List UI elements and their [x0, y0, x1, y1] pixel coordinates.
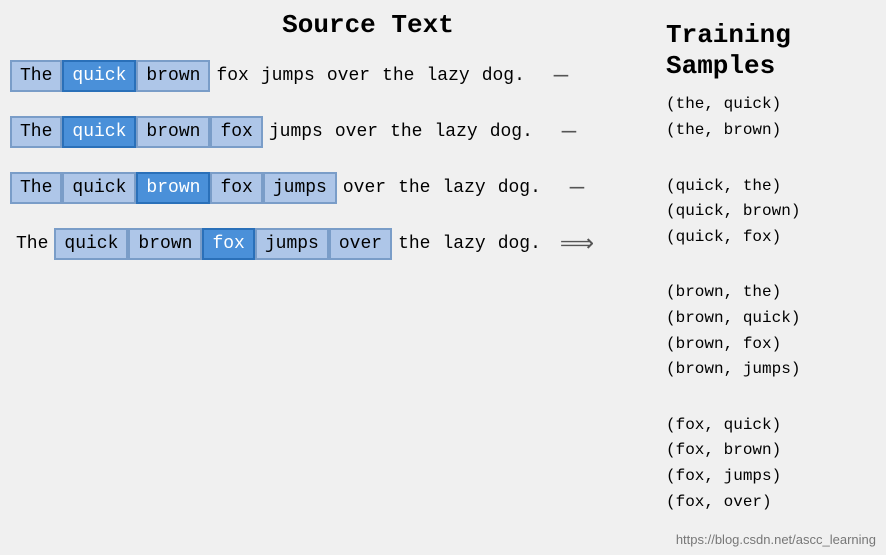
samples-container: (the, quick)(the, brown)(quick, the)(qui…: [666, 92, 876, 545]
arrow-symbol-1: —: [562, 119, 576, 146]
word-0-3: fox: [210, 62, 254, 90]
sample-3-2: (fox, jumps): [666, 464, 876, 490]
arrow-symbol-0: —: [554, 63, 568, 90]
sample-2-2: (brown, fox): [666, 332, 876, 358]
sentence-with-arrow-1: Thequickbrownfoxjumpsoverthelazydog. —: [10, 116, 666, 148]
word-1-6: the: [384, 118, 428, 146]
sample-1-2: (quick, fox): [666, 225, 876, 251]
left-panel: Source Text Thequickbrownfoxjumpsoverthe…: [0, 10, 666, 545]
word-2-1: quick: [62, 172, 136, 204]
word-0-1: quick: [62, 60, 136, 92]
sample-1-0: (quick, the): [666, 174, 876, 200]
sample-3-0: (fox, quick): [666, 413, 876, 439]
arrow-symbol-3: ⟹: [560, 229, 594, 259]
sample-2-0: (brown, the): [666, 280, 876, 306]
arrow-2: —: [547, 175, 607, 202]
word-1-0: The: [10, 116, 62, 148]
word-1-1: quick: [62, 116, 136, 148]
samples-block-1: (quick, the)(quick, brown)(quick, fox): [666, 174, 876, 251]
samples-block-2: (brown, the)(brown, quick)(brown, fox)(b…: [666, 280, 876, 382]
word-2-8: dog.: [492, 174, 547, 202]
word-2-0: The: [10, 172, 62, 204]
sample-3-1: (fox, brown): [666, 438, 876, 464]
rows-container: Thequickbrownfoxjumpsoverthelazydog.—The…: [10, 60, 666, 284]
sentence-with-arrow-2: Thequickbrownfoxjumpsoverthelazydog. —: [10, 172, 666, 204]
word-3-4: jumps: [255, 228, 329, 260]
sentence-words-3: Thequickbrownfoxjumpsoverthelazydog.: [10, 228, 547, 260]
word-2-3: fox: [210, 172, 262, 204]
source-text-title: Source Text: [10, 10, 666, 40]
word-1-4: jumps: [263, 118, 329, 146]
samples-block-0: (the, quick)(the, brown): [666, 92, 876, 143]
sample-0-1: (the, brown): [666, 118, 876, 144]
word-0-0: The: [10, 60, 62, 92]
sentence-with-arrow-0: Thequickbrownfoxjumpsoverthelazydog. —: [10, 60, 666, 92]
word-1-7: lazy: [428, 118, 483, 146]
word-3-6: the: [392, 230, 436, 258]
samples-block-3: (fox, quick)(fox, brown)(fox, jumps)(fox…: [666, 413, 876, 515]
word-0-4: jumps: [255, 62, 321, 90]
word-3-8: dog.: [492, 230, 547, 258]
word-0-2: brown: [136, 60, 210, 92]
right-panel: TrainingSamples (the, quick)(the, brown)…: [666, 10, 886, 545]
word-2-4: jumps: [263, 172, 337, 204]
watermark: https://blog.csdn.net/ascc_learning: [676, 532, 876, 547]
word-3-0: The: [10, 230, 54, 258]
arrow-3: ⟹: [547, 229, 607, 259]
word-2-6: the: [392, 174, 436, 202]
word-3-2: brown: [128, 228, 202, 260]
sample-2-3: (brown, jumps): [666, 357, 876, 383]
main-container: Source Text Thequickbrownfoxjumpsoverthe…: [0, 0, 886, 555]
word-1-8: dog.: [484, 118, 539, 146]
sentence-row-2: Thequickbrownfoxjumpsoverthelazydog. —: [10, 172, 666, 204]
word-3-5: over: [329, 228, 392, 260]
word-2-2: brown: [136, 172, 210, 204]
sample-0-0: (the, quick): [666, 92, 876, 118]
sentence-words-0: Thequickbrownfoxjumpsoverthelazydog.: [10, 60, 531, 92]
sentence-row-3: Thequickbrownfoxjumpsoverthelazydog. ⟹: [10, 228, 666, 260]
word-0-6: the: [376, 62, 420, 90]
sentence-row-0: Thequickbrownfoxjumpsoverthelazydog. —: [10, 60, 666, 92]
word-2-7: lazy: [436, 174, 491, 202]
sample-1-1: (quick, brown): [666, 199, 876, 225]
word-0-7: lazy: [420, 62, 475, 90]
sample-3-3: (fox, over): [666, 490, 876, 516]
training-title: TrainingSamples: [666, 20, 876, 82]
word-0-8: dog.: [476, 62, 531, 90]
arrow-symbol-2: —: [570, 175, 584, 202]
word-3-3: fox: [202, 228, 254, 260]
word-1-5: over: [329, 118, 384, 146]
word-3-1: quick: [54, 228, 128, 260]
sentence-row-1: Thequickbrownfoxjumpsoverthelazydog. —: [10, 116, 666, 148]
word-0-5: over: [321, 62, 376, 90]
sentence-words-2: Thequickbrownfoxjumpsoverthelazydog.: [10, 172, 547, 204]
sample-2-1: (brown, quick): [666, 306, 876, 332]
word-2-5: over: [337, 174, 392, 202]
sentence-words-1: Thequickbrownfoxjumpsoverthelazydog.: [10, 116, 539, 148]
arrow-1: —: [539, 119, 599, 146]
arrow-0: —: [531, 63, 591, 90]
word-1-3: fox: [210, 116, 262, 148]
sentence-with-arrow-3: Thequickbrownfoxjumpsoverthelazydog. ⟹: [10, 228, 666, 260]
word-3-7: lazy: [436, 230, 491, 258]
word-1-2: brown: [136, 116, 210, 148]
